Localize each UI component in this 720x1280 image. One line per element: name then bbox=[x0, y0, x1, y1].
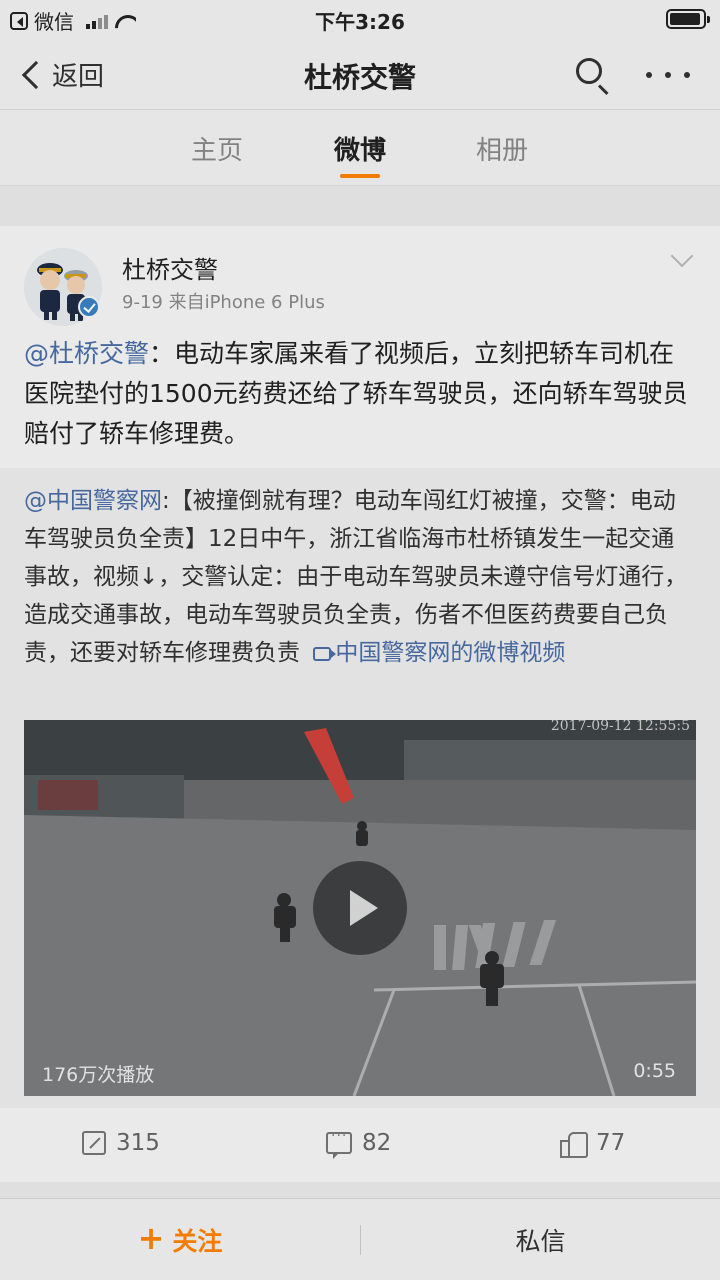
active-tab-indicator bbox=[340, 174, 380, 178]
video-icon bbox=[313, 647, 337, 661]
weibo-post-card: 杜桥交警 9-19 来自iPhone 6 Plus @杜桥交警：电动车家属来看了… bbox=[0, 226, 720, 1182]
chevron-down-icon[interactable] bbox=[670, 244, 694, 268]
repost-block[interactable]: @中国警察网:【被撞倒就有理？电动车闯红灯被撞，交警：电动车驾驶员负全责】12日… bbox=[0, 468, 720, 1108]
share-icon bbox=[82, 1131, 106, 1155]
more-dots-icon bbox=[646, 72, 652, 78]
post-author[interactable]: 杜桥交警 bbox=[122, 250, 218, 285]
tab-home[interactable]: 主页 bbox=[157, 130, 277, 167]
status-bar: 微信 下午3:26 bbox=[0, 0, 720, 38]
video-player[interactable]: 2017-09-12 12:55:5 176万次播放 0:55 bbox=[24, 720, 696, 1096]
bottom-bar: + 关注 私信 bbox=[0, 1198, 720, 1280]
battery-icon bbox=[666, 9, 710, 29]
tab-album[interactable]: 相册 bbox=[442, 130, 562, 167]
tab-weibo[interactable]: 微博 bbox=[300, 130, 420, 167]
like-button[interactable]: 77 bbox=[560, 1130, 626, 1158]
page-title: 杜桥交警 bbox=[303, 61, 416, 94]
search-icon bbox=[576, 58, 602, 84]
post-meta: 9-19 来自iPhone 6 Plus bbox=[122, 292, 325, 313]
video-duration: 0:55 bbox=[633, 1060, 676, 1082]
more-button[interactable] bbox=[646, 60, 690, 90]
repost-text: @中国警察网:【被撞倒就有理？电动车闯红灯被撞，交警：电动车驾驶员负全责】12日… bbox=[24, 482, 696, 672]
message-label: 私信 bbox=[515, 1227, 566, 1256]
follow-button[interactable]: + 关注 bbox=[0, 1199, 360, 1280]
repost-mention-link[interactable]: @中国警察网 bbox=[24, 488, 162, 514]
comment-button[interactable]: 82 bbox=[326, 1128, 392, 1159]
video-link[interactable]: 中国警察网的微博视频 bbox=[307, 640, 565, 666]
video-view-count: 176万次播放 bbox=[42, 1064, 155, 1086]
comment-count: 82 bbox=[362, 1130, 392, 1156]
verified-badge-icon bbox=[78, 296, 100, 318]
back-to-app-icon[interactable] bbox=[10, 11, 28, 30]
status-bar-left: 微信 bbox=[10, 6, 136, 35]
chevron-left-icon bbox=[21, 60, 51, 89]
message-button[interactable]: 私信 bbox=[361, 1199, 720, 1280]
back-label: 返回 bbox=[52, 62, 105, 92]
thumbs-up-icon bbox=[560, 1130, 588, 1158]
mention-link[interactable]: @杜桥交警 bbox=[24, 339, 149, 368]
cellular-signal-icon bbox=[86, 13, 108, 29]
search-button[interactable] bbox=[572, 56, 612, 96]
status-app-name[interactable]: 微信 bbox=[34, 6, 74, 35]
follow-label: 关注 bbox=[172, 1227, 223, 1256]
wifi-icon bbox=[114, 13, 136, 29]
nav-bar: 返回 杜桥交警 bbox=[0, 38, 720, 110]
post-text: @杜桥交警：电动车家属来看了视频后，立刻把轿车司机在医院垫付的1500元药费还给… bbox=[24, 334, 696, 454]
video-timestamp-overlay: 2017-09-12 12:55:5 bbox=[550, 720, 690, 734]
post-actions: 315 82 77 bbox=[0, 1116, 720, 1176]
back-button[interactable]: 返回 bbox=[18, 56, 104, 93]
play-icon[interactable] bbox=[313, 861, 407, 955]
repost-count: 315 bbox=[116, 1130, 160, 1156]
like-count: 77 bbox=[596, 1130, 626, 1156]
video-link-label: 中国警察网的微博视频 bbox=[335, 640, 566, 666]
repost-button[interactable]: 315 bbox=[82, 1130, 160, 1156]
comment-icon bbox=[326, 1128, 352, 1159]
plus-icon: + bbox=[137, 1219, 165, 1257]
